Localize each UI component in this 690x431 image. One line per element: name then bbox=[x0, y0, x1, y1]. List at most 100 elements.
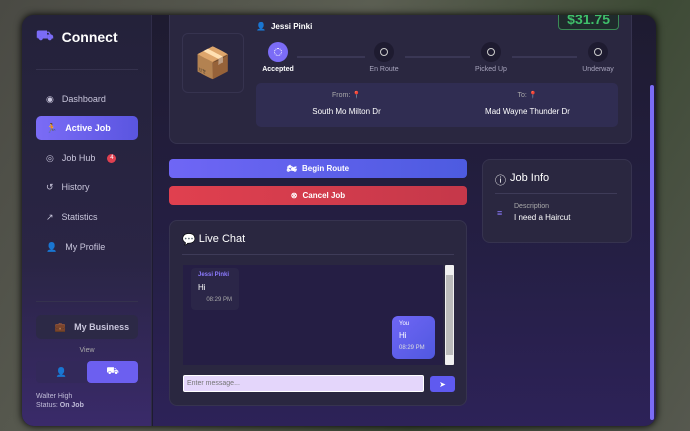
box-icon: 📦 bbox=[182, 33, 244, 93]
cancel-job-button[interactable]: ⊗ Cancel Job bbox=[169, 186, 467, 205]
status-value: On Job bbox=[59, 402, 84, 409]
live-chat-card: 💬 Live Chat Jessi Pinki Hi 08:29 PM You H… bbox=[169, 220, 467, 406]
message-time: 08:29 PM bbox=[399, 345, 425, 351]
label: Statistics bbox=[61, 212, 98, 222]
label: From: bbox=[332, 92, 351, 99]
from-location: From: 📍 South Mo Milton Dr bbox=[256, 83, 437, 127]
close-circle-icon: ⊗ bbox=[290, 191, 298, 200]
circle-icon bbox=[588, 42, 608, 62]
motorcycle-icon: 🏍 bbox=[286, 164, 298, 173]
message-sender: You bbox=[399, 321, 410, 327]
label: Job Info bbox=[510, 172, 550, 184]
status-label: Status: bbox=[36, 402, 58, 409]
description-value: I need a Haircut bbox=[514, 213, 571, 222]
sidebar-item-history[interactable]: ↺ History bbox=[36, 175, 138, 199]
briefcase-icon: 💼 bbox=[54, 321, 67, 332]
logo: ⛟ Connect bbox=[36, 27, 118, 46]
step-underway: Underway bbox=[568, 42, 628, 73]
divider bbox=[182, 254, 454, 255]
label: My Profile bbox=[65, 242, 106, 252]
chat-title: 💬 Live Chat bbox=[182, 233, 245, 246]
divider bbox=[36, 301, 138, 302]
user-gear-icon: 👤 bbox=[46, 241, 58, 252]
view-toggle: 👤 ⛟ bbox=[36, 361, 138, 383]
message-text: Hi bbox=[399, 331, 407, 340]
align-left-icon: ≡ bbox=[497, 208, 503, 218]
divider bbox=[495, 193, 617, 194]
view-label: View bbox=[79, 347, 95, 354]
circle-icon bbox=[374, 42, 394, 62]
label: History bbox=[61, 182, 90, 192]
step-picked-up: Picked Up bbox=[461, 42, 521, 73]
user-status: Walter High Status: On Job bbox=[36, 392, 84, 410]
sidebar-item-statistics[interactable]: ↗ Statistics bbox=[36, 205, 138, 229]
customer-name: 👤 Jessi Pinki bbox=[256, 22, 312, 31]
chat-messages: Jessi Pinki Hi 08:29 PM You Hi 08:29 PM bbox=[183, 265, 443, 365]
paper-plane-icon: ➤ bbox=[439, 379, 446, 389]
label: Jessi Pinki bbox=[270, 22, 313, 31]
chart-line-icon: ↗ bbox=[46, 211, 54, 222]
to-address: Mad Wayne Thunder Dr bbox=[485, 107, 570, 116]
label: Accepted bbox=[262, 66, 294, 73]
message-received: Jessi Pinki Hi 08:29 PM bbox=[191, 268, 239, 310]
label: Cancel Job bbox=[302, 191, 346, 200]
label: En Route bbox=[369, 66, 399, 73]
label: Live Chat bbox=[198, 233, 246, 245]
app-title: Connect bbox=[61, 28, 118, 45]
label: Underway bbox=[582, 66, 614, 73]
sidebar: ⛟ Connect ◉ Dashboard 🏃 Active Job ◎ Job Hub… bbox=[22, 15, 152, 426]
history-icon: ↺ bbox=[46, 181, 54, 192]
description-label: Description bbox=[514, 203, 550, 210]
message-text: Hi bbox=[198, 283, 206, 292]
driver-view-button[interactable]: ⛟ bbox=[87, 361, 138, 383]
send-button[interactable]: ➤ bbox=[430, 376, 455, 392]
job-info-card: ⓘ Job Info ≡ Description I need a Haircut bbox=[482, 159, 632, 243]
comments-icon: 💬 bbox=[182, 234, 196, 246]
compass-icon: ◎ bbox=[46, 152, 54, 163]
route-box: From: 📍 South Mo Milton Dr To: 📍 Mad Wayne… bbox=[256, 83, 618, 127]
message-time: 08:29 PM bbox=[206, 297, 232, 303]
running-icon: 🏃 bbox=[46, 122, 58, 133]
label: Picked Up bbox=[475, 66, 507, 73]
chat-scrollbar[interactable] bbox=[445, 265, 454, 365]
gauge-icon: ◉ bbox=[46, 93, 54, 104]
begin-route-button[interactable]: 🏍 Begin Route bbox=[169, 159, 467, 178]
label: Begin Route bbox=[302, 164, 350, 173]
app-window: ⛟ Connect ◉ Dashboard 🏃 Active Job ◎ Job Hub… bbox=[22, 15, 656, 426]
label: To: bbox=[517, 92, 527, 99]
sidebar-item-job-hub[interactable]: ◎ Job Hub 4 bbox=[36, 146, 138, 170]
main-scrollbar[interactable] bbox=[650, 85, 654, 420]
divider bbox=[36, 69, 138, 70]
label: Active Job bbox=[65, 123, 111, 133]
user-icon: 👤 bbox=[256, 22, 266, 31]
user-name: Walter High bbox=[36, 393, 73, 400]
map-pin-icon: 📍 bbox=[528, 92, 538, 99]
label: My Business bbox=[74, 322, 130, 332]
price-badge: $31.75 bbox=[558, 15, 619, 30]
label: Job Hub bbox=[61, 153, 96, 163]
sidebar-item-dashboard[interactable]: ◉ Dashboard bbox=[36, 87, 138, 111]
map-pin-icon: 📍 bbox=[352, 92, 361, 99]
customer-view-button[interactable]: 👤 bbox=[36, 361, 87, 383]
main-content: $31.75 📦 👤 Jessi Pinki Accepted En Route … bbox=[153, 15, 656, 426]
step-en-route: En Route bbox=[354, 42, 414, 73]
spinner-icon bbox=[268, 42, 288, 62]
info-icon: ⓘ bbox=[495, 175, 506, 187]
notification-badge: 4 bbox=[107, 153, 117, 163]
sidebar-item-my-profile[interactable]: 👤 My Profile bbox=[36, 235, 138, 259]
sidebar-item-active-job[interactable]: 🏃 Active Job bbox=[36, 116, 138, 140]
to-location: To: 📍 Mad Wayne Thunder Dr bbox=[437, 83, 618, 127]
truck-icon: ⛟ bbox=[36, 27, 54, 43]
from-address: South Mo Milton Dr bbox=[312, 107, 381, 116]
truck-icon: ⛟ bbox=[106, 365, 119, 377]
job-info-title: ⓘ Job Info bbox=[495, 172, 549, 188]
message-input[interactable] bbox=[183, 375, 424, 392]
label: Dashboard bbox=[61, 94, 106, 104]
circle-icon bbox=[481, 42, 501, 62]
step-accepted: Accepted bbox=[248, 42, 308, 73]
job-card: $31.75 📦 👤 Jessi Pinki Accepted En Route … bbox=[169, 15, 632, 144]
message-sent: You Hi 08:29 PM bbox=[392, 316, 435, 359]
user-icon: 👤 bbox=[55, 366, 68, 377]
message-sender: Jessi Pinki bbox=[198, 272, 230, 278]
my-business-button[interactable]: 💼 My Business bbox=[36, 315, 138, 339]
